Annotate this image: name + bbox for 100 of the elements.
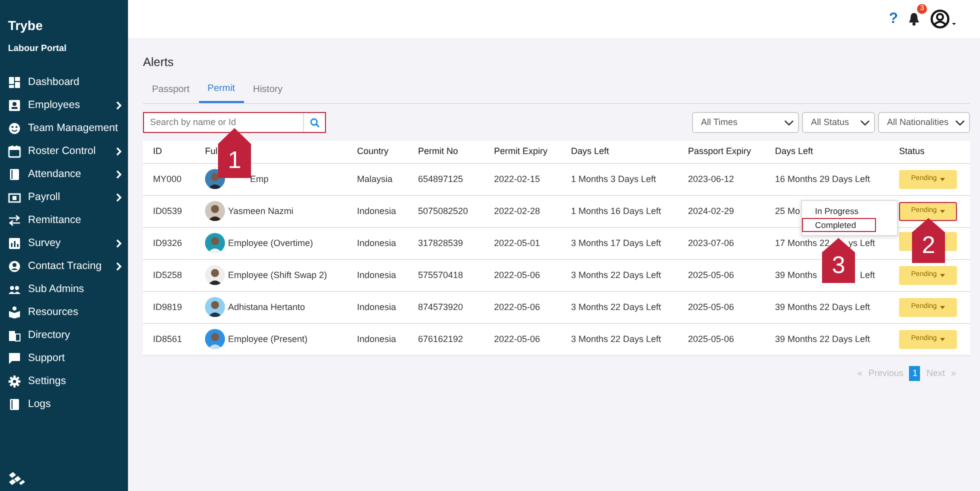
chat-icon xyxy=(8,352,21,365)
sidebar-item[interactable]: Directory xyxy=(8,324,128,347)
table-cell: 2025-05-06 xyxy=(678,291,765,324)
filter-dropdown[interactable]: All Nationalities xyxy=(878,112,970,134)
search-bar[interactable]: Search by name or Id xyxy=(143,112,326,134)
filter-dropdown[interactable]: All Status xyxy=(802,112,875,134)
logo-icon xyxy=(8,471,26,487)
caret-icon xyxy=(940,274,945,277)
tab[interactable]: History xyxy=(244,79,292,104)
employee-name: Adhistana Hertanto xyxy=(228,300,306,314)
table-cell: Indonesia xyxy=(347,227,408,260)
table-cell: 2024-02-29 xyxy=(678,195,765,228)
id-card-icon xyxy=(8,99,21,112)
table-cell: 874573920 xyxy=(408,291,484,324)
tab[interactable]: Passport xyxy=(143,79,198,104)
table-cell-text: 25 Mo xyxy=(775,204,800,218)
table-cell: 2025-05-06 xyxy=(678,259,765,292)
tab[interactable]: Permit xyxy=(198,79,244,104)
table-cell: ID8561 xyxy=(143,323,195,356)
table-cell: 1 Months 16 Days Left xyxy=(561,195,678,228)
table-cell: 16 Months 29 Days Left xyxy=(775,172,870,186)
employee-name: Emp xyxy=(250,172,269,186)
table-cell: 1 Months 3 Days Left xyxy=(561,163,678,196)
grid-icon xyxy=(8,76,21,89)
column-header: Permit No xyxy=(408,141,484,164)
help-icon[interactable]: ? xyxy=(888,8,898,30)
bar-chart-icon xyxy=(8,237,21,250)
column-header: ID xyxy=(143,141,195,164)
table-cell: 2022-02-28 xyxy=(484,195,561,228)
sidebar-item[interactable]: Survey xyxy=(8,232,128,255)
sidebar-item[interactable]: Resources xyxy=(8,301,128,324)
table-cell: MY000 xyxy=(143,163,195,196)
table-cell: 3 Months 22 Days Left xyxy=(561,291,678,324)
table-cell: 2022-05-01 xyxy=(484,227,561,260)
table-cell: 676162192 xyxy=(408,323,484,356)
table-cell: Indonesia xyxy=(347,259,408,292)
sidebar-item[interactable]: Attendance xyxy=(8,163,128,186)
column-header: Days Left xyxy=(765,141,889,164)
table-cell: Indonesia xyxy=(347,291,408,324)
search-icon xyxy=(310,118,320,128)
bell-icon[interactable] xyxy=(908,12,920,26)
employee-name: Employee (Shift Swap 2) xyxy=(228,268,328,282)
sidebar-item[interactable]: Payroll xyxy=(8,186,128,209)
sidebar-item[interactable]: Remittance xyxy=(8,209,128,232)
table-cell: ID9819 xyxy=(143,291,195,324)
smiley-icon xyxy=(8,122,21,135)
sidebar-item[interactable]: Employees xyxy=(8,94,128,117)
table-cell: 5075082520 xyxy=(408,195,484,228)
gear-icon xyxy=(8,375,21,388)
table-cell: Indonesia xyxy=(347,323,408,356)
table-cell: 2023-06-12 xyxy=(678,163,765,196)
table-cell: Malaysia xyxy=(347,163,408,196)
table-cell: 575570418 xyxy=(408,259,484,292)
table-cell: 3 Months 22 Days Left xyxy=(561,323,678,356)
book-icon xyxy=(8,398,21,411)
table-cell: 2022-02-15 xyxy=(484,163,561,196)
box-person-icon xyxy=(8,306,21,319)
calendar-icon xyxy=(8,145,21,158)
table-cell: 3 Months 22 Days Left xyxy=(561,259,678,292)
table-cell: 39 Months 22 Days Left xyxy=(775,300,870,314)
column-header: Days Left xyxy=(561,141,678,164)
table-cell: 2022-05-06 xyxy=(484,323,561,356)
user-menu-icon[interactable] xyxy=(930,9,958,29)
table-cell: 3 Months 17 Days Left xyxy=(561,227,678,260)
table-cell: 2022-05-06 xyxy=(484,259,561,292)
table-cell: ys Left xyxy=(848,236,875,250)
column-header: Permit Expiry xyxy=(484,141,561,164)
portal-subtitle: Labour Portal xyxy=(8,42,68,54)
table-cell: 39 Months 22 Days Left xyxy=(775,332,870,346)
swap-arrows-icon xyxy=(8,214,21,227)
menu-item[interactable]: Completed xyxy=(802,218,876,232)
building-icon xyxy=(8,329,21,342)
column-header: Passport Expiry xyxy=(678,141,765,164)
table-cell: ID0539 xyxy=(143,195,195,228)
table-cell: 317828539 xyxy=(408,227,484,260)
sidebar-item[interactable]: Dashboard xyxy=(8,71,128,94)
table-cell: 2022-05-06 xyxy=(484,291,561,324)
banknote-icon xyxy=(8,191,21,204)
table-cell: ID9326 xyxy=(143,227,195,260)
sidebar-item[interactable]: Settings xyxy=(8,370,128,393)
caret-icon xyxy=(940,306,945,309)
employee-name: Employee (Present) xyxy=(228,332,308,346)
people-icon xyxy=(8,283,21,296)
sidebar-item[interactable]: Roster Control xyxy=(8,140,128,163)
filter-dropdown[interactable]: All Times xyxy=(692,112,799,134)
sidebar-item[interactable]: Logs xyxy=(8,393,128,416)
caret-icon xyxy=(940,210,945,213)
table-cell-text: 39 Months xyxy=(775,268,818,282)
sidebar-item[interactable]: Support xyxy=(8,347,128,370)
sidebar-item[interactable]: Team Management xyxy=(8,117,128,140)
sidebar-item[interactable]: Sub Admins xyxy=(8,278,128,301)
sidebar-item[interactable]: Contact Tracing xyxy=(8,255,128,278)
table-cell: Indonesia xyxy=(347,195,408,228)
menu-item[interactable]: In Progress xyxy=(802,204,876,218)
caret-icon xyxy=(940,338,945,341)
brand-name: Trybe xyxy=(8,17,44,35)
table-cell: 2025-05-06 xyxy=(678,323,765,356)
page-title: Alerts xyxy=(143,54,175,71)
table-cell: ID5258 xyxy=(143,259,195,292)
column-header: Status xyxy=(889,141,970,164)
